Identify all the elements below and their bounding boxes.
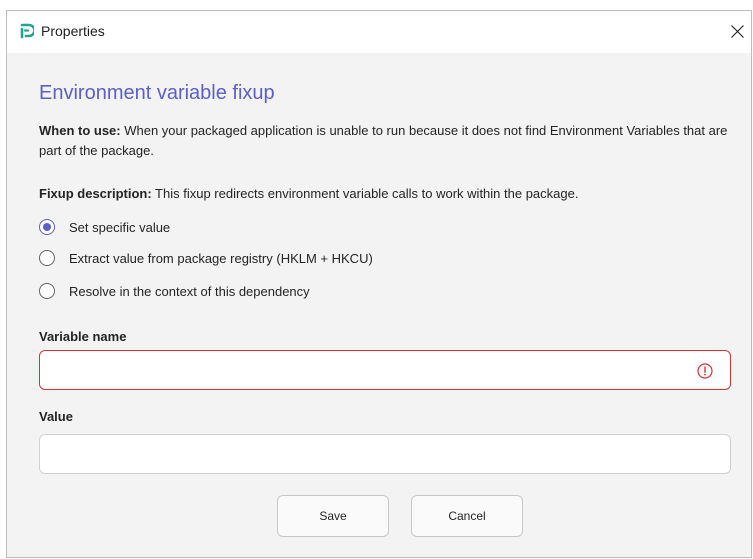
radio-option-extract-from-registry[interactable]: Extract value from package registry (HKL… <box>39 248 373 268</box>
variable-name-label: Variable name <box>39 329 127 344</box>
value-label: Value <box>39 409 73 424</box>
close-icon <box>731 25 744 38</box>
fixup-description-body: This fixup redirects environment variabl… <box>151 186 579 201</box>
fixup-description-text: Fixup description: This fixup redirects … <box>39 184 739 204</box>
title-bar: Properties <box>7 11 751 53</box>
radio-button[interactable] <box>39 250 55 266</box>
save-button[interactable]: Save <box>277 495 389 537</box>
radio-button-checked[interactable] <box>39 219 55 235</box>
dialog-content: Environment variable fixup When to use: … <box>39 53 731 557</box>
radio-label: Extract value from package registry (HKL… <box>69 250 373 266</box>
radio-label: Set specific value <box>69 219 171 235</box>
value-input[interactable] <box>39 434 731 474</box>
when-to-use-text: When to use: When your packaged applicat… <box>39 121 739 161</box>
variable-name-input[interactable] <box>39 350 731 390</box>
radio-label: Resolve in the context of this dependenc… <box>69 283 310 299</box>
when-to-use-body: When your packaged application is unable… <box>39 123 728 158</box>
when-to-use-label: When to use: <box>39 123 121 138</box>
properties-dialog: Properties Environment variable fixup Wh… <box>6 10 752 558</box>
radio-option-set-specific-value[interactable]: Set specific value <box>39 217 170 237</box>
page-title: Environment variable fixup <box>39 82 275 104</box>
radio-option-resolve-dependency[interactable]: Resolve in the context of this dependenc… <box>39 281 310 301</box>
cancel-button[interactable]: Cancel <box>411 495 523 537</box>
window-title: Properties <box>41 23 105 39</box>
error-circle-icon <box>697 363 713 379</box>
app-logo-icon <box>18 23 36 39</box>
fixup-description-label: Fixup description: <box>39 186 152 201</box>
radio-button[interactable] <box>39 283 55 299</box>
close-button[interactable] <box>721 11 751 53</box>
